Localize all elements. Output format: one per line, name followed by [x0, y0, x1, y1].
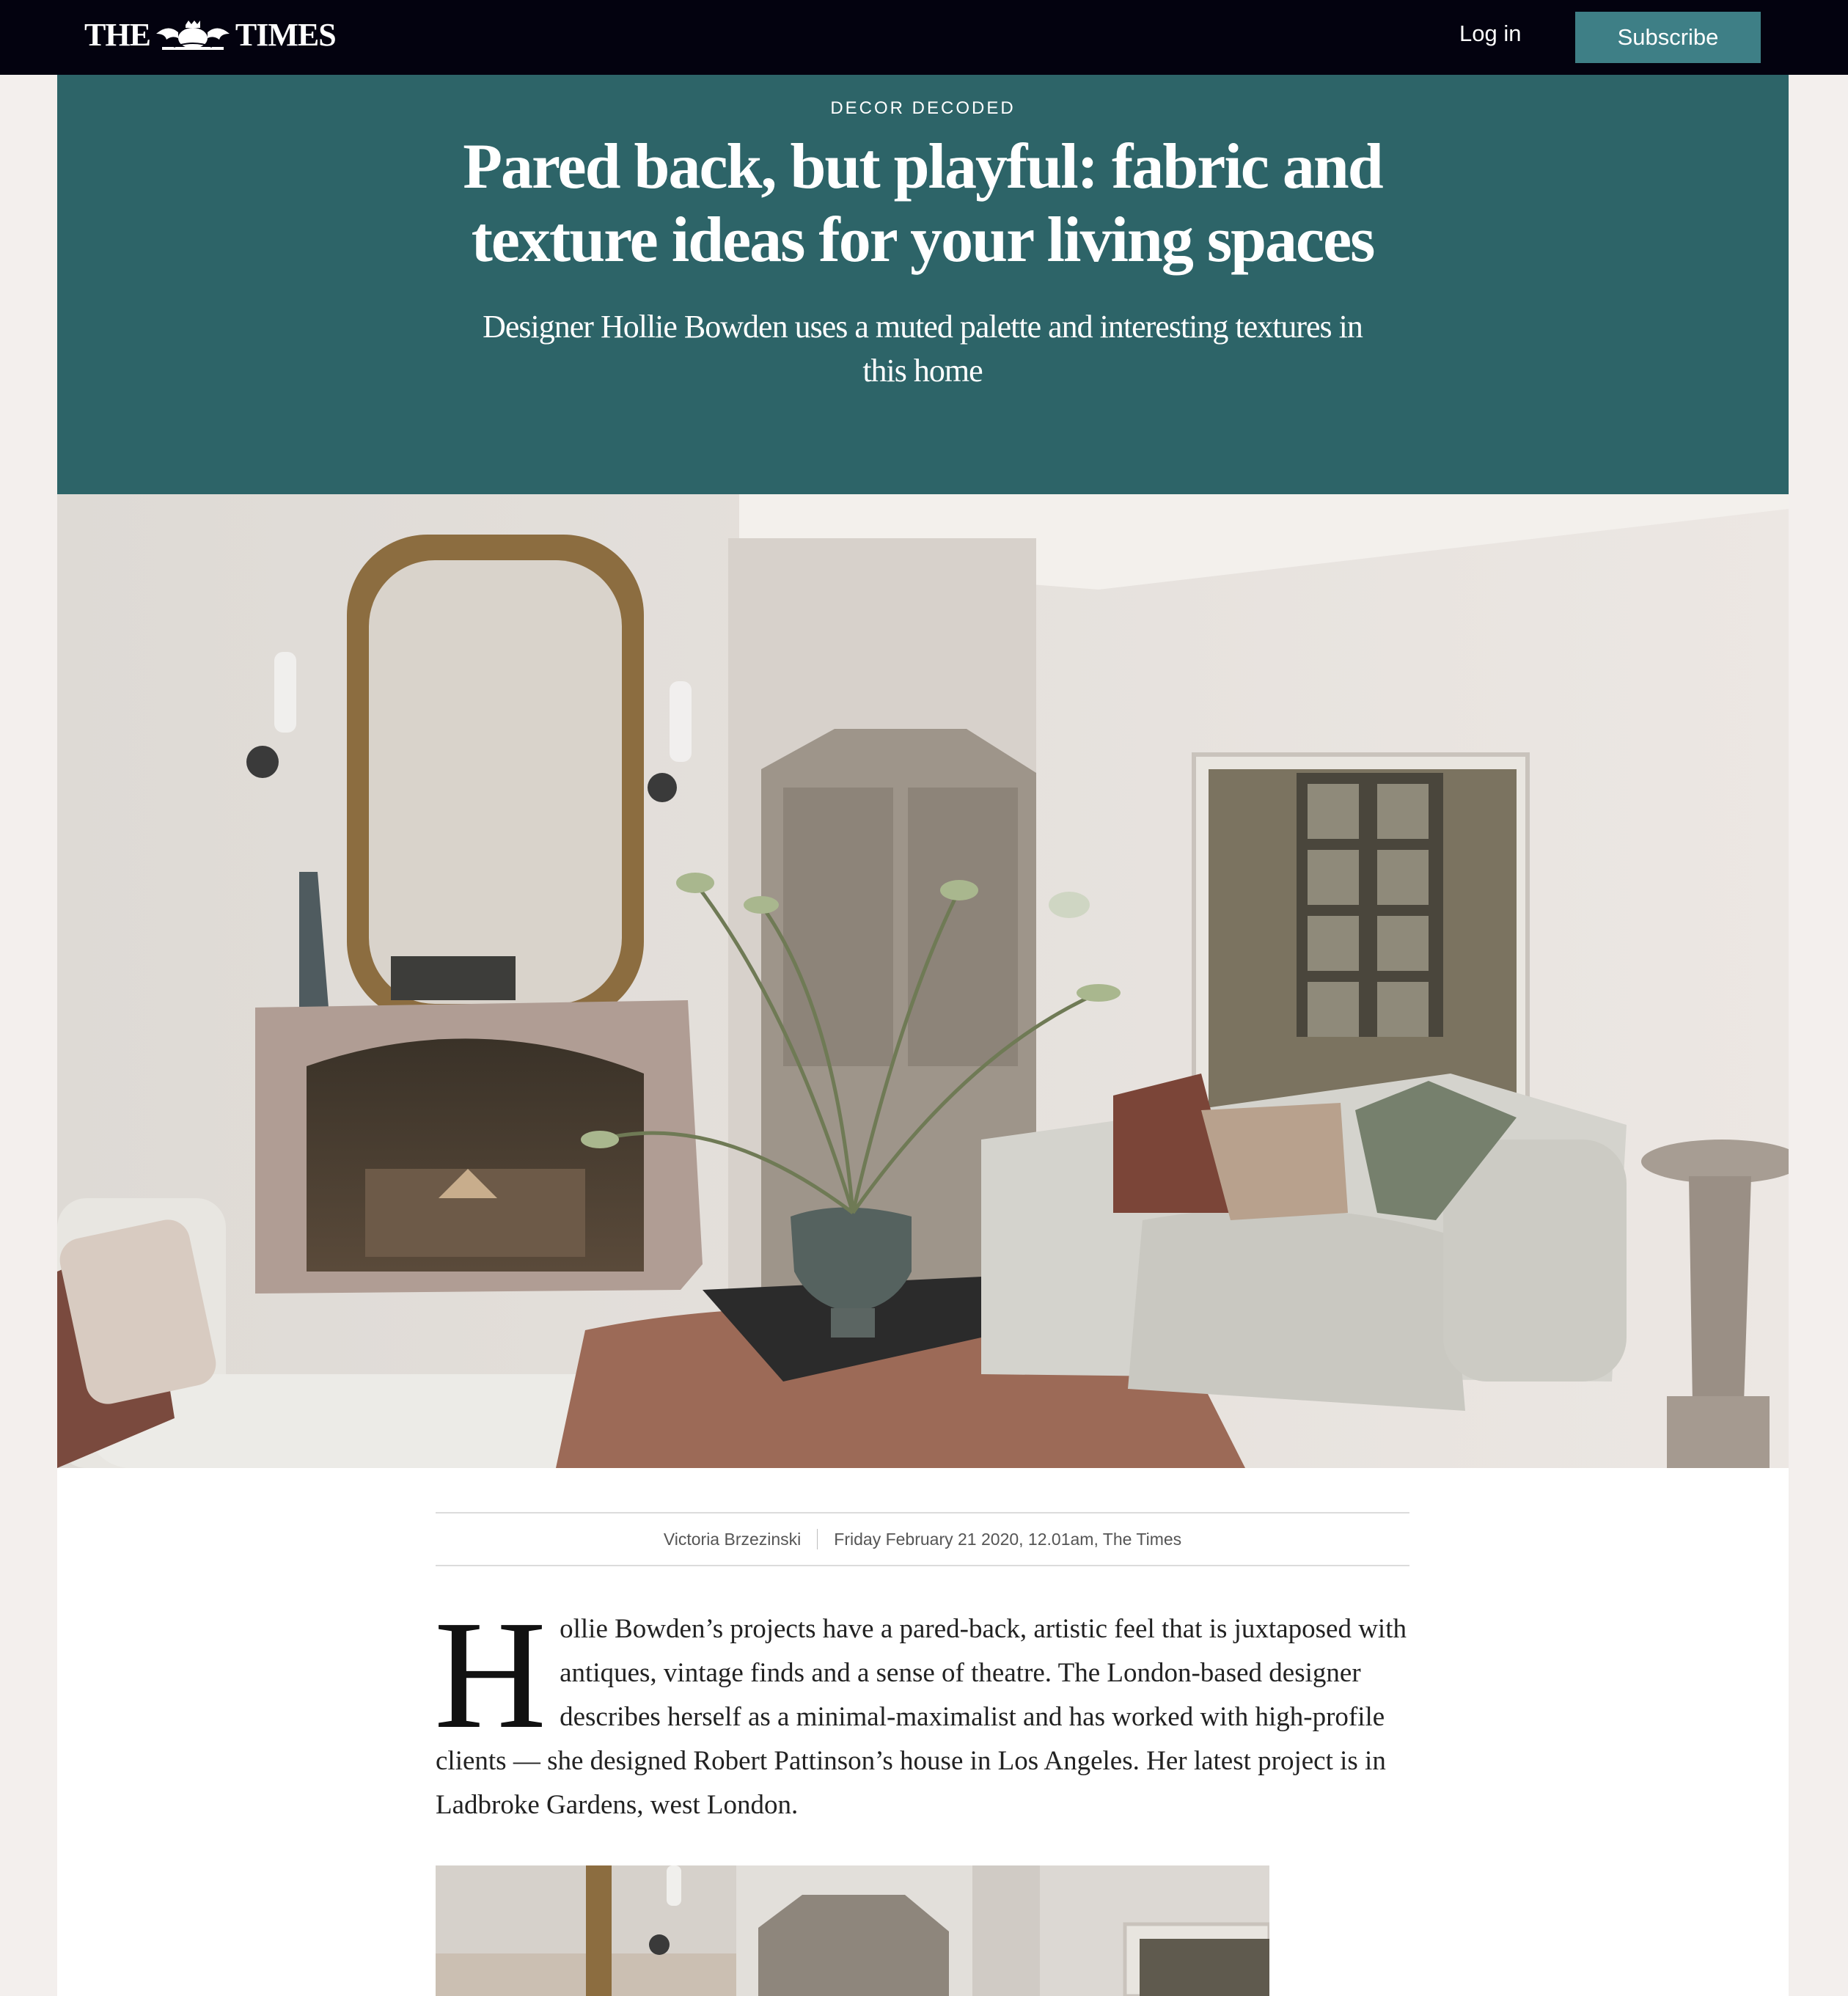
publish-date: Friday February 21 2020, 12.01am, The Ti… — [834, 1529, 1182, 1549]
hero-living-room-photo — [57, 494, 1789, 1468]
article-standfirst: Designer Hollie Bowden uses a muted pale… — [483, 309, 1363, 389]
drop-cap: H — [434, 1588, 547, 1761]
inline-article-photo — [436, 1865, 1269, 1996]
article-container: DECOR DECODED Pared back, but playful: f… — [57, 75, 1789, 1996]
intro-paragraph: ollie Bowden’s projects have a pared-bac… — [436, 1614, 1407, 1820]
article-byline: Victoria Brzezinski Friday February 21 2… — [436, 1512, 1409, 1566]
article-headline: Pared back, but playful: fabric and text… — [463, 131, 1383, 276]
logo-text-the: THE — [84, 17, 151, 53]
author-name[interactable]: Victoria Brzezinski — [664, 1530, 801, 1549]
article-body: H ollie Bowden’s projects have a pared-b… — [434, 1588, 1411, 1827]
section-kicker[interactable]: DECOR DECODED — [57, 98, 1789, 119]
byline-divider — [817, 1529, 818, 1549]
article-header: DECOR DECODED Pared back, but playful: f… — [57, 75, 1789, 494]
subscribe-button[interactable]: Subscribe — [1575, 12, 1761, 63]
login-link[interactable]: Log in — [1459, 21, 1521, 47]
royal-crest-icon — [155, 20, 230, 50]
the-times-logo[interactable]: THE TIMES — [84, 16, 337, 54]
top-navigation-bar: THE TIMES Log in Subscribe — [0, 0, 1848, 75]
logo-text-times: TIMES — [235, 17, 337, 53]
